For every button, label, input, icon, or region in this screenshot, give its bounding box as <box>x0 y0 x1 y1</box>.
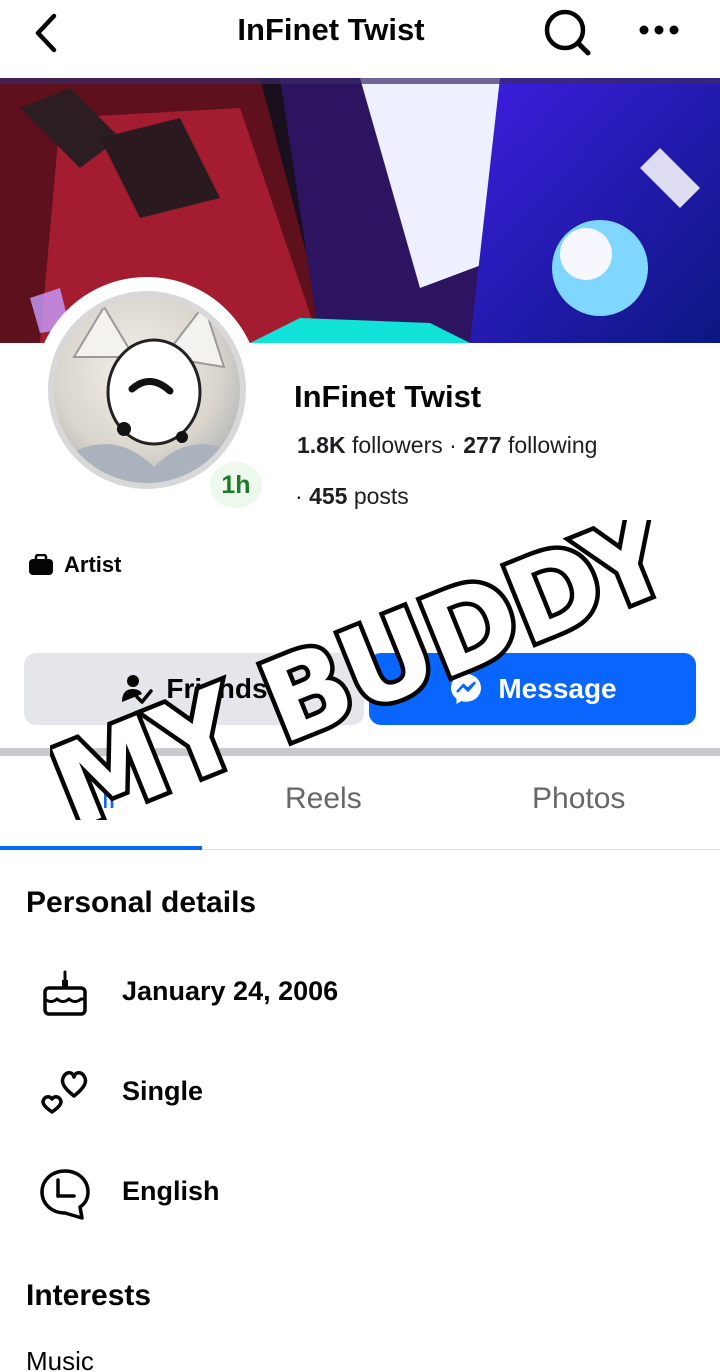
follow-stats: 1.8K followers · 277 following <box>297 432 597 459</box>
avatar-artwork <box>54 302 240 483</box>
stats-separator: · <box>449 432 457 458</box>
birthday-text: January 24, 2006 <box>122 976 339 1006</box>
tab-all[interactable]: All <box>82 782 115 816</box>
personal-details-title: Personal details <box>26 886 257 919</box>
profile-picture[interactable] <box>48 291 246 489</box>
birthday-row: January 24, 2006 <box>36 966 636 1022</box>
following-count[interactable]: 277 <box>463 432 501 458</box>
followers-label[interactable]: followers <box>352 432 443 458</box>
interest-item-music[interactable]: Music <box>26 1346 94 1372</box>
friends-button[interactable]: Friends <box>24 653 364 725</box>
search-icon <box>544 9 591 56</box>
followers-count[interactable]: 1.8K <box>297 432 346 458</box>
following-label[interactable]: following <box>508 432 598 458</box>
message-button[interactable]: Message <box>369 653 696 725</box>
tab-photos[interactable]: Photos <box>532 782 625 816</box>
birthday-cake-icon <box>43 970 87 1016</box>
relationship-row: Single <box>36 1066 636 1122</box>
language-row: English <box>36 1166 636 1222</box>
hearts-icon <box>41 1071 88 1114</box>
posts-count: 455 <box>309 483 348 509</box>
posts-stats: · 455 posts <box>295 483 409 510</box>
profile-tabs: All Reels Photos <box>0 756 720 850</box>
language-bubble-icon <box>40 1169 90 1220</box>
language-text: English <box>122 1176 220 1206</box>
category-label: Artist <box>64 552 122 577</box>
profile-name: InFinet Twist <box>294 379 482 414</box>
top-bar: InFinet Twist <box>0 0 720 78</box>
friends-label: Friends <box>166 673 268 704</box>
more-dots-icon <box>639 25 679 35</box>
tab-reels[interactable]: Reels <box>285 782 362 816</box>
search-button[interactable] <box>540 6 594 58</box>
posts-separator: · <box>295 483 303 509</box>
messenger-icon <box>451 674 482 704</box>
active-tab-indicator <box>0 846 202 850</box>
section-divider <box>0 748 720 756</box>
more-options-button[interactable] <box>636 12 682 48</box>
posts-label: posts <box>353 483 409 509</box>
friend-check-icon <box>122 675 154 704</box>
briefcase-icon <box>29 554 53 575</box>
interests-title: Interests <box>26 1279 152 1312</box>
relationship-text: Single <box>122 1076 204 1106</box>
profile-category: Artist <box>28 550 121 580</box>
active-time-badge: 1h <box>206 458 266 512</box>
message-label: Message <box>498 673 617 704</box>
